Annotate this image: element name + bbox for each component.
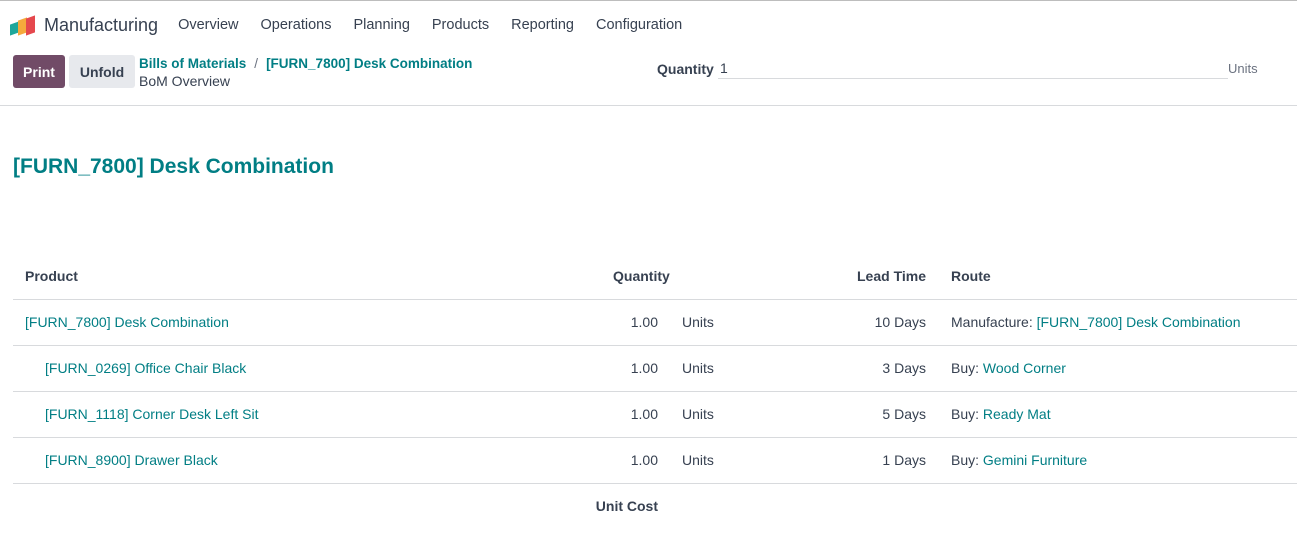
row-quantity: 1.00	[568, 345, 658, 392]
column-quantity: Quantity	[613, 268, 670, 284]
table-header-row: Product Quantity Lead Time Route	[13, 253, 1297, 300]
product-link[interactable]: [FURN_8900] Drawer Black	[45, 452, 218, 468]
quantity-input[interactable]	[718, 57, 1228, 79]
breadcrumb-current: BoM Overview	[139, 73, 231, 89]
row-route-type: Buy:	[951, 452, 980, 468]
route-link[interactable]: Wood Corner	[983, 360, 1066, 376]
row-quantity: 1.00	[568, 391, 658, 438]
row-route-type: Buy:	[951, 360, 980, 376]
row-quantity: 1.00	[568, 299, 658, 346]
breadcrumb-bills-of-materials[interactable]: Bills of Materials	[139, 56, 246, 71]
bom-table: Product Quantity Lead Time Route [FURN_7…	[13, 253, 1297, 529]
breadcrumb: Bills of Materials / [FURN_7800] Desk Comb…	[139, 56, 472, 71]
menu-item-operations[interactable]: Operations	[261, 17, 332, 33]
breadcrumb-separator: /	[254, 56, 259, 71]
table-footer-row: Unit Cost	[13, 483, 1297, 529]
print-button[interactable]: Print	[13, 55, 65, 88]
top-navbar: Manufacturing Overview Operations Planni…	[0, 0, 1297, 49]
unit-cost-label: Unit Cost	[595, 498, 658, 515]
row-lead-time: 3 Days	[778, 345, 926, 392]
row-lead-time: 10 Days	[778, 299, 926, 346]
table-row: [FURN_0269] Office Chair Black 1.00 Unit…	[13, 345, 1297, 392]
control-panel: Print Unfold Bills of Materials / [FURN_78…	[0, 49, 1297, 106]
table-row: [FURN_8900] Drawer Black 1.00 Units 1 Da…	[13, 437, 1297, 484]
row-uom: Units	[658, 299, 778, 346]
menu-item-products[interactable]: Products	[432, 17, 489, 33]
row-uom: Units	[658, 391, 778, 438]
product-link[interactable]: [FURN_0269] Office Chair Black	[45, 360, 246, 376]
row-route-type: Manufacture:	[951, 314, 1033, 330]
route-link[interactable]: Ready Mat	[983, 406, 1051, 422]
route-link[interactable]: [FURN_7800] Desk Combination	[1037, 314, 1241, 330]
menu-item-configuration[interactable]: Configuration	[596, 17, 682, 33]
row-quantity: 1.00	[568, 437, 658, 484]
row-lead-time: 1 Days	[778, 437, 926, 484]
product-link[interactable]: [FURN_1118] Corner Desk Left Sit	[45, 406, 258, 422]
menu-item-overview[interactable]: Overview	[178, 17, 238, 33]
row-route-type: Buy:	[951, 406, 980, 422]
main-menu: Overview Operations Planning Products Re…	[178, 17, 704, 33]
table-row: [FURN_1118] Corner Desk Left Sit 1.00 Un…	[13, 391, 1297, 438]
route-link[interactable]: Gemini Furniture	[983, 452, 1087, 468]
table-row: [FURN_7800] Desk Combination 1.00 Units …	[13, 299, 1297, 346]
app-brand[interactable]: Manufacturing	[10, 15, 158, 36]
app-name: Manufacturing	[44, 14, 159, 35]
column-route: Route	[926, 253, 1297, 300]
row-lead-time: 5 Days	[778, 391, 926, 438]
column-lead-time: Lead Time	[778, 253, 926, 300]
unfold-button[interactable]: Unfold	[69, 55, 135, 88]
column-quantity-wrap: Quantity	[613, 253, 778, 300]
report-title[interactable]: [FURN_7800] Desk Combination	[13, 155, 334, 179]
quantity-label: Quantity	[657, 61, 714, 77]
quantity-unit: Units	[1228, 61, 1258, 76]
row-uom: Units	[658, 437, 778, 484]
menu-item-planning[interactable]: Planning	[353, 17, 409, 33]
manufacturing-logo-icon	[10, 14, 36, 36]
breadcrumb-product[interactable]: [FURN_7800] Desk Combination	[266, 56, 472, 71]
menu-item-reporting[interactable]: Reporting	[511, 17, 574, 33]
product-link[interactable]: [FURN_7800] Desk Combination	[25, 314, 229, 330]
column-product: Product	[13, 253, 568, 300]
row-uom: Units	[658, 345, 778, 392]
